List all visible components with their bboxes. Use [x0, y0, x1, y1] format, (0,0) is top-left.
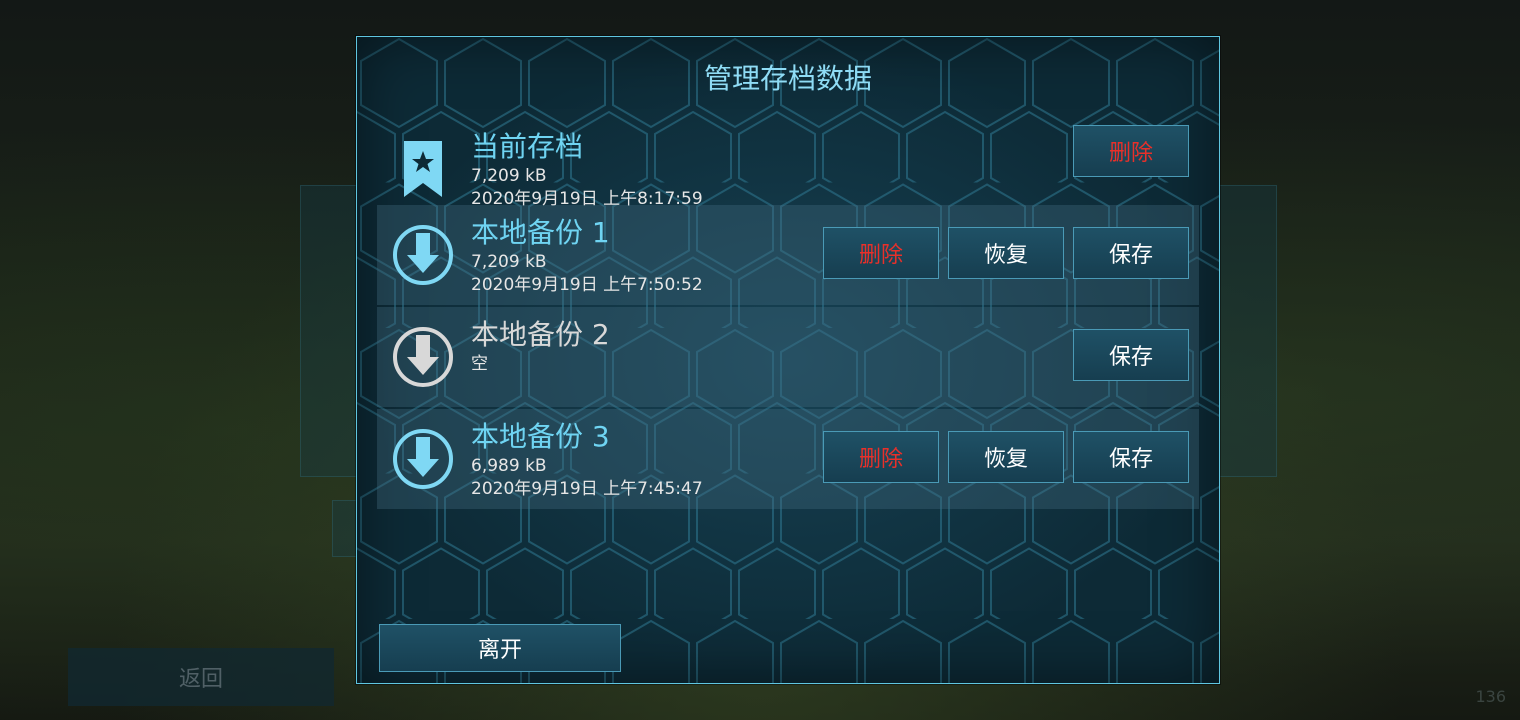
restore-backup-3-button[interactable]: 恢复	[948, 431, 1064, 483]
delete-backup-3-button[interactable]: 删除	[823, 431, 939, 483]
backup-status: 空	[471, 354, 488, 374]
current-save-row: 当前存档 7,209 kB 2020年9月19日 上午8:17:59 删除	[377, 119, 1199, 219]
backup-date: 2020年9月19日 上午7:45:47	[471, 479, 703, 499]
restore-backup-1-button[interactable]: 恢复	[948, 227, 1064, 279]
leave-button[interactable]: 离开	[379, 624, 621, 672]
current-save-size: 7,209 kB	[471, 166, 547, 186]
backup-size: 7,209 kB	[471, 252, 547, 272]
save-backup-2-button[interactable]: 保存	[1073, 329, 1189, 381]
download-arrow-icon	[391, 223, 455, 287]
backup-date: 2020年9月19日 上午7:50:52	[471, 275, 703, 295]
dialog-title: 管理存档数据	[703, 62, 872, 95]
backup-row-2: 本地备份 2 空 保存	[377, 307, 1199, 407]
bookmark-star-icon	[391, 137, 455, 201]
backup-meta: 6,989 kB 2020年9月19日 上午7:45:47	[471, 455, 703, 501]
backup-name: 本地备份 1	[471, 216, 610, 249]
backup-row-1: 本地备份 1 7,209 kB 2020年9月19日 上午7:50:52 删除 …	[377, 205, 1199, 305]
manage-saves-dialog: 管理存档数据 当前存档 7,209 kB 2020年9月19日 上午8:17:5…	[356, 36, 1220, 684]
download-arrow-icon	[391, 427, 455, 491]
delete-backup-1-button[interactable]: 删除	[823, 227, 939, 279]
backup-size: 6,989 kB	[471, 456, 547, 476]
backup-meta: 空	[471, 353, 488, 376]
current-save-name: 当前存档	[471, 130, 584, 163]
save-backup-1-button[interactable]: 保存	[1073, 227, 1189, 279]
backup-row-3: 本地备份 3 6,989 kB 2020年9月19日 上午7:45:47 删除 …	[377, 409, 1199, 509]
save-backup-3-button[interactable]: 保存	[1073, 431, 1189, 483]
backup-meta: 7,209 kB 2020年9月19日 上午7:50:52	[471, 251, 703, 297]
corner-number: 136	[1475, 687, 1506, 706]
delete-current-button[interactable]: 删除	[1073, 125, 1189, 177]
back-button[interactable]: 返回	[68, 648, 334, 706]
download-arrow-icon	[391, 325, 455, 389]
backup-name: 本地备份 3	[471, 420, 610, 453]
backup-name: 本地备份 2	[471, 318, 610, 351]
